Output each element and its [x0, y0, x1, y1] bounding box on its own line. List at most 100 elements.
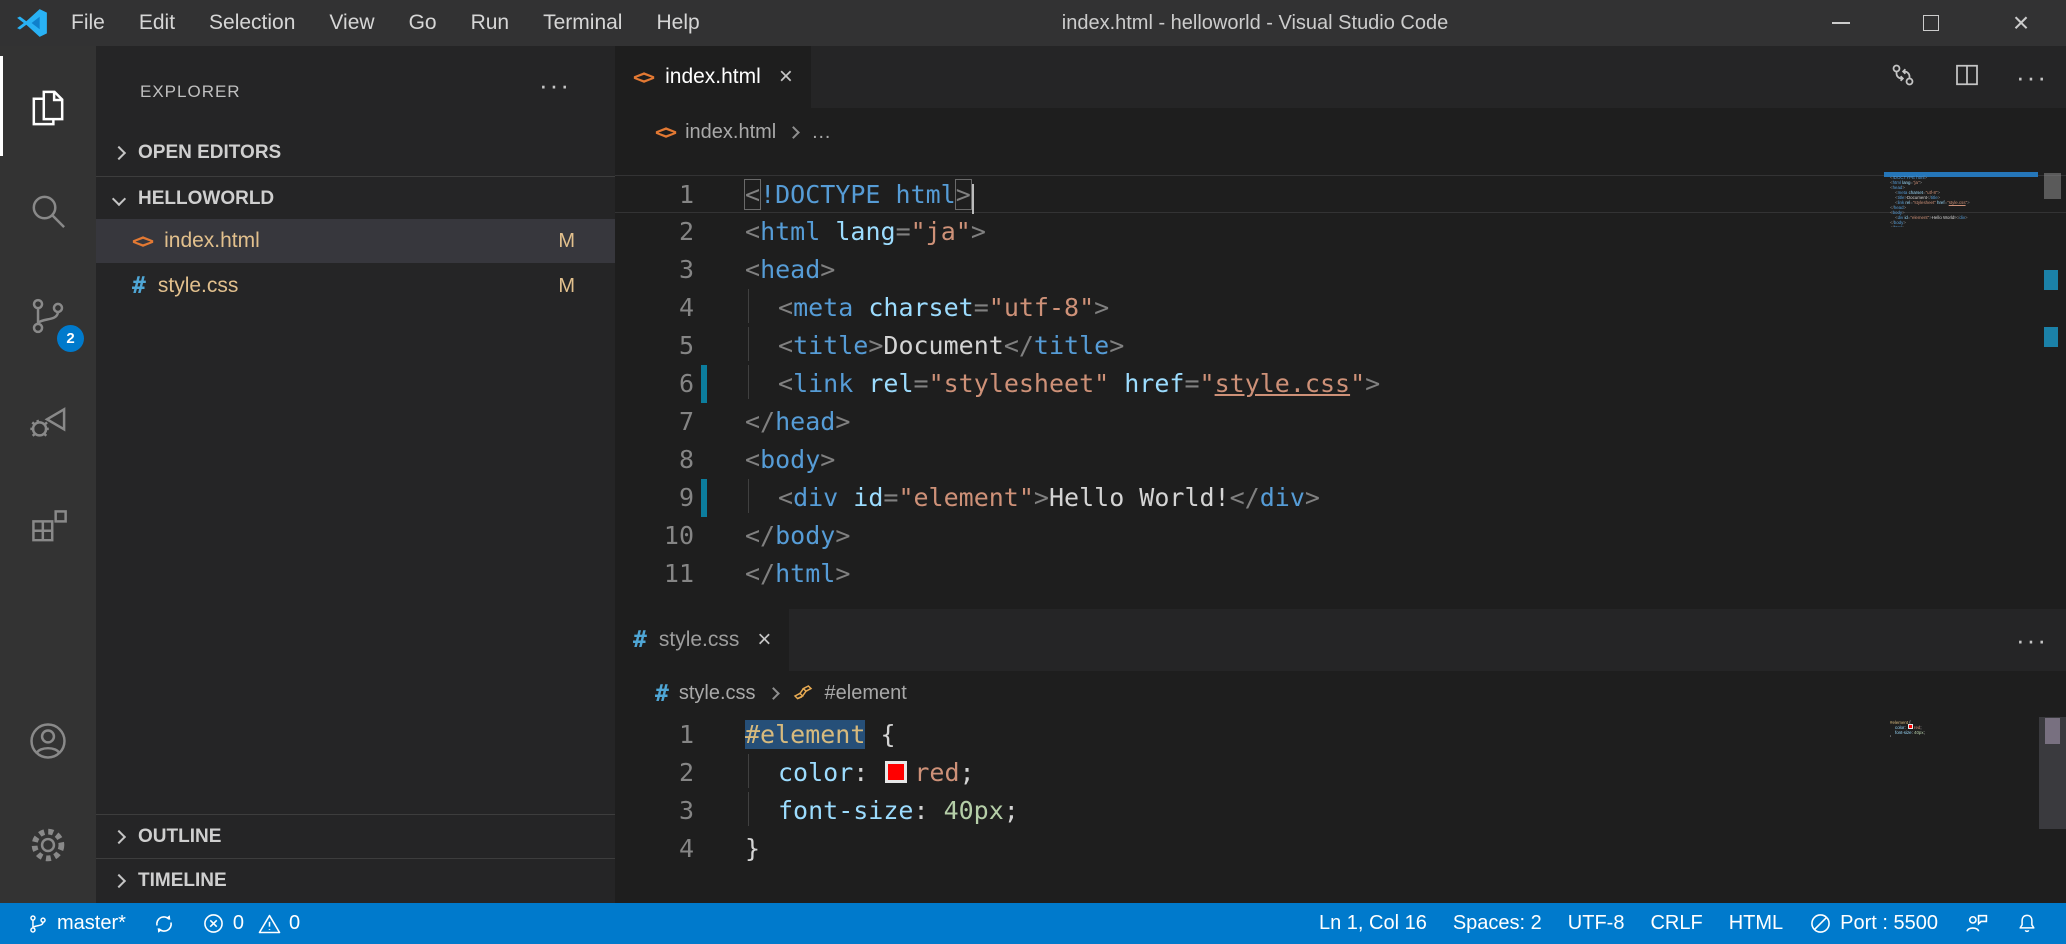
html-file-icon: <> [655, 120, 675, 144]
code-line[interactable]: 10</body> [615, 517, 2066, 555]
notifications-bell-icon[interactable] [2002, 903, 2052, 944]
source-control-badge: 2 [57, 325, 84, 352]
line-number[interactable]: 7 [615, 403, 694, 441]
settings-gear-icon[interactable] [0, 797, 96, 893]
problems-item[interactable]: 0 0 [189, 903, 313, 944]
scrollbar-thumb[interactable] [2044, 173, 2061, 199]
line-number[interactable]: 2 [615, 213, 694, 251]
line-number[interactable]: 2 [615, 754, 694, 792]
code-line[interactable]: 1<!DOCTYPE html> [615, 175, 2066, 213]
line-number[interactable]: 8 [615, 441, 694, 479]
menu-item-go[interactable]: Go [392, 0, 454, 46]
line-number[interactable]: 1 [615, 176, 694, 214]
line-number[interactable]: 9 [615, 479, 694, 517]
source-control-icon[interactable]: 2 [0, 268, 96, 364]
code-line[interactable]: 9<div id="element">Hello World!</div> [615, 479, 2066, 517]
tab-style-css[interactable]: # style.css × [615, 609, 789, 671]
indentation-item[interactable]: Spaces: 2 [1440, 903, 1555, 944]
account-icon[interactable] [0, 693, 96, 789]
close-tab-icon[interactable]: × [779, 65, 793, 89]
code-line[interactable]: 4} [1884, 732, 2038, 737]
sidebar-more-actions[interactable]: ··· [539, 72, 571, 98]
breadcrumb-file[interactable]: style.css [679, 682, 756, 705]
breadcrumb-file[interactable]: index.html [685, 121, 776, 144]
encoding-item[interactable]: UTF-8 [1555, 903, 1638, 944]
eol-item[interactable]: CRLF [1637, 903, 1715, 944]
timeline-section[interactable]: TIMELINE [96, 858, 615, 902]
code-line[interactable]: 3<head> [615, 251, 2066, 289]
code-line[interactable]: 2<html lang="ja"> [615, 213, 2066, 251]
code-line[interactable]: 11</html> [615, 555, 2066, 593]
tab-index-html[interactable]: <> index.html × [615, 46, 811, 108]
extensions-icon[interactable] [0, 478, 96, 574]
code-line[interactable]: 5<title>Document</title> [615, 327, 2066, 365]
minimize-button[interactable] [1796, 0, 1886, 46]
line-number[interactable]: 10 [615, 517, 694, 555]
live-server-port-item[interactable]: Port : 5500 [1796, 903, 1951, 944]
breadcrumb-tail[interactable]: … [811, 121, 831, 144]
code-line[interactable]: 11</html> [1884, 222, 2038, 227]
file-item-style-css[interactable]: # style.css M [96, 264, 615, 308]
code-token: > [820, 255, 835, 284]
more-actions-icon[interactable]: ··· [2016, 64, 2048, 90]
window-title: index.html - helloworld - Visual Studio … [1062, 0, 1449, 46]
line-number[interactable]: 6 [615, 365, 694, 403]
line-number[interactable]: 3 [615, 792, 694, 830]
editor-code-style-css[interactable]: 1#element {2color: red;3font-size: 40px;… [615, 716, 2066, 903]
feedback-icon[interactable] [1951, 903, 2002, 944]
code-line[interactable]: 4} [615, 830, 2066, 868]
minimap[interactable]: 1<!DOCTYPE html>2<html lang="ja">3<head>… [1884, 172, 2038, 227]
more-actions-icon[interactable]: ··· [2016, 627, 2048, 653]
code-token[interactable]: style.css [1215, 369, 1350, 398]
code-token: meta [793, 293, 853, 322]
run-debug-icon[interactable] [0, 374, 96, 470]
menu-item-edit[interactable]: Edit [122, 0, 192, 46]
sync-changes-button[interactable] [139, 903, 189, 944]
code-line[interactable]: 8<body> [615, 441, 2066, 479]
line-number[interactable]: 11 [615, 555, 694, 593]
code-line[interactable]: 3font-size: 40px; [615, 792, 2066, 830]
menu-item-terminal[interactable]: Terminal [526, 0, 639, 46]
code-token: div [1260, 483, 1305, 512]
code-line[interactable]: 6<link rel="stylesheet" href="style.css"… [615, 365, 2066, 403]
maximize-button[interactable] [1886, 0, 1976, 46]
menu-item-file[interactable]: File [54, 0, 122, 46]
color-swatch[interactable] [885, 761, 907, 783]
close-window-button[interactable]: × [1976, 0, 2066, 46]
tab-label: index.html [665, 65, 761, 89]
minimap[interactable]: 1#element {2color: red;3font-size: 40px;… [1884, 717, 2038, 737]
breadcrumbs-bottom: # style.css #element [615, 671, 2066, 716]
search-icon[interactable] [0, 163, 96, 259]
split-editor-icon[interactable] [1952, 60, 1982, 95]
scrollbar-thumb[interactable] [2045, 718, 2060, 744]
git-branch-item[interactable]: master* [14, 903, 139, 944]
open-editors-section[interactable]: OPEN EDITORS [96, 131, 615, 175]
menu-item-view[interactable]: View [312, 0, 391, 46]
open-changes-icon[interactable] [1888, 60, 1918, 95]
close-tab-icon[interactable]: × [757, 628, 771, 652]
menu-item-help[interactable]: Help [639, 0, 716, 46]
code-line[interactable]: 1#element { [615, 716, 2066, 754]
file-item-index-html[interactable]: <> index.html M [96, 219, 615, 263]
editor-code-index-html[interactable]: 1<!DOCTYPE html>2<html lang="ja">3<head>… [615, 175, 2066, 609]
explorer-icon[interactable] [0, 60, 96, 156]
indent-guide [748, 289, 778, 323]
code-line[interactable]: 2color: red; [615, 754, 2066, 792]
line-number[interactable]: 5 [615, 327, 694, 365]
language-mode-item[interactable]: HTML [1716, 903, 1796, 944]
line-number[interactable]: 4 [615, 289, 694, 327]
line-number[interactable]: 4 [615, 830, 694, 868]
breadcrumb-symbol[interactable]: #element [825, 682, 907, 705]
code-token: div [793, 483, 838, 512]
menu-item-selection[interactable]: Selection [192, 0, 312, 46]
cursor-position-item[interactable]: Ln 1, Col 16 [1306, 903, 1440, 944]
line-number[interactable]: 3 [615, 251, 694, 289]
line-number[interactable]: 1 [615, 716, 694, 754]
code-token: </ [745, 521, 775, 550]
code-line[interactable]: 7</head> [615, 403, 2066, 441]
outline-section[interactable]: OUTLINE [96, 814, 615, 858]
menu-item-run[interactable]: Run [454, 0, 527, 46]
code-line[interactable]: 4<meta charset="utf-8"> [615, 289, 2066, 327]
folder-section[interactable]: HELLOWORLD [96, 177, 615, 221]
modified-line-marker [701, 365, 707, 403]
